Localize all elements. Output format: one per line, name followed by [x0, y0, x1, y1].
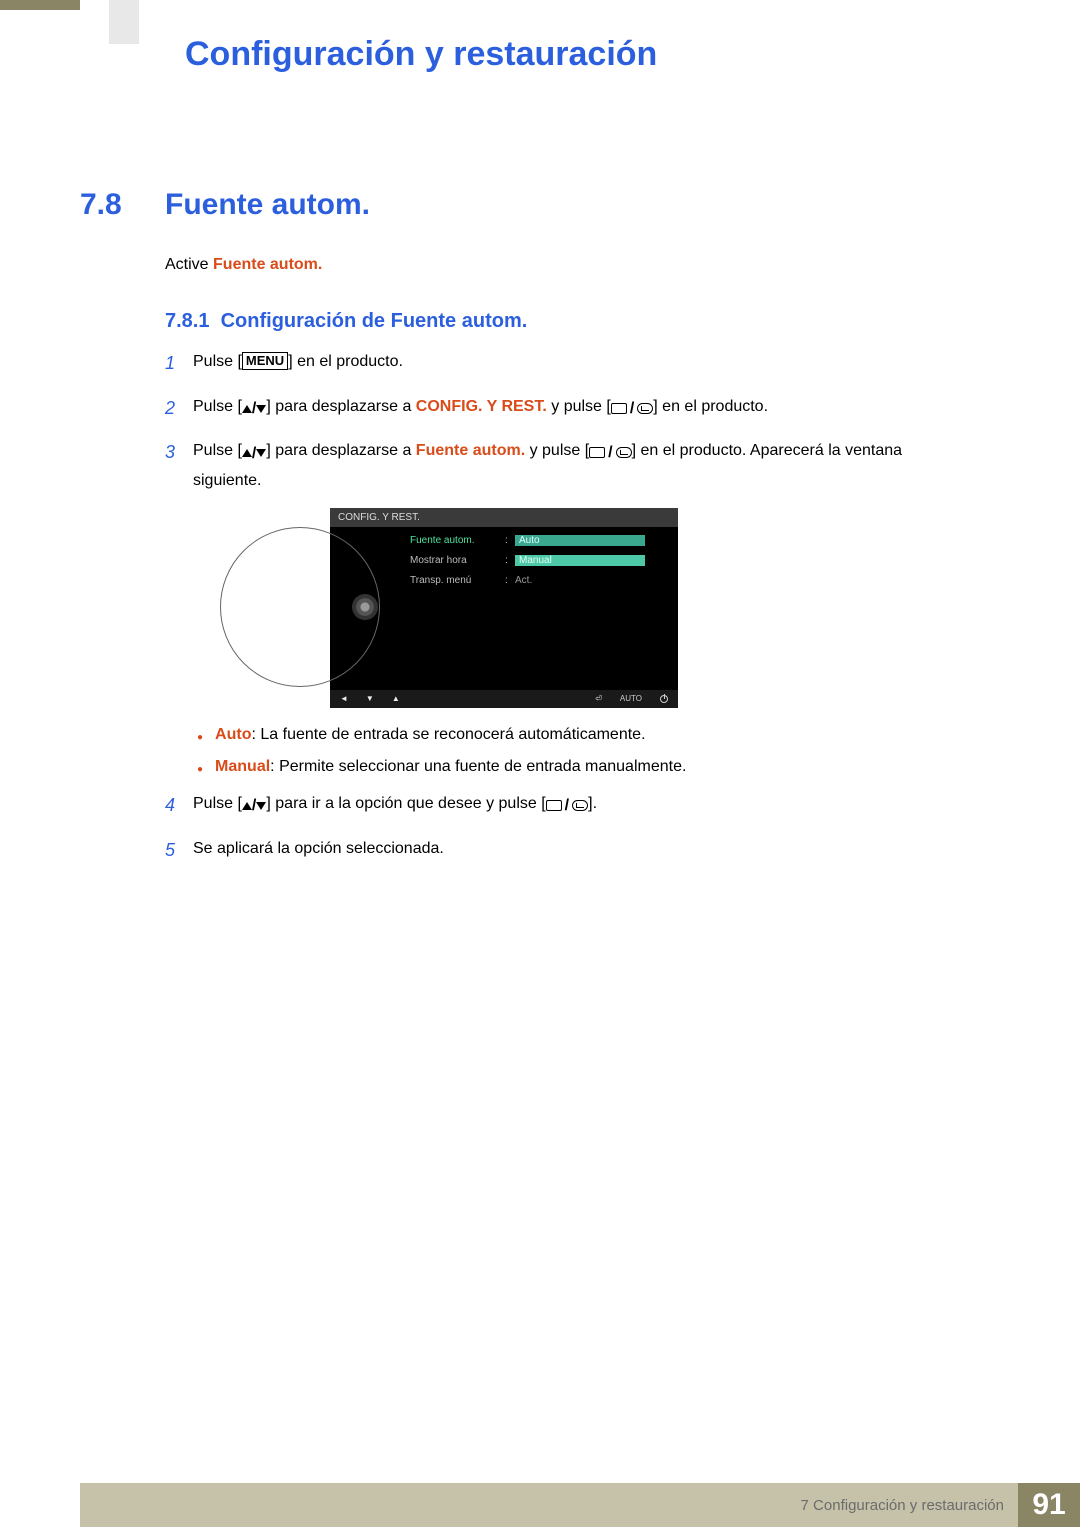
osd-nav-left: ◄ ▼ ▲	[340, 694, 400, 703]
osd-label: Mostrar hora	[410, 555, 505, 566]
left-arrow-icon: ◄	[340, 694, 348, 703]
bullet-icon: ●	[197, 732, 203, 744]
bullet-text: Manual: Permite seleccionar una fuente d…	[215, 758, 686, 776]
subsection-number: 7.8.1	[165, 310, 209, 332]
text: ] para ir a la opción que desee y pulse …	[266, 795, 545, 812]
source-enter-icon: /	[589, 439, 631, 466]
bullet-list: ● Auto: La fuente de entrada se reconoce…	[197, 726, 965, 776]
colon: :	[505, 575, 515, 586]
step-body: Pulse [/] para desplazarse a CONFIG. Y R…	[193, 393, 965, 423]
tab-marker	[109, 0, 139, 44]
subsection-title-text: Configuración de Fuente autom.	[221, 310, 528, 332]
power-icon	[660, 695, 668, 703]
section-title: Fuente autom.	[165, 188, 370, 222]
up-down-arrow-icon: /	[242, 395, 266, 422]
up-down-arrow-icon: /	[242, 792, 266, 819]
step-num: 4	[165, 790, 193, 821]
active-feature: Fuente autom.	[213, 256, 322, 273]
auto-button-label: AUTO	[620, 694, 642, 703]
source-enter-icon: /	[546, 792, 588, 819]
step-num: 2	[165, 393, 193, 424]
step-body: Se aplicará la opción seleccionada.	[193, 835, 965, 862]
osd-row-option: Mostrar hora : Manual	[410, 553, 668, 569]
bullet-icon: ●	[197, 764, 203, 776]
text: ].	[588, 795, 597, 812]
text: ] en el producto.	[288, 353, 403, 370]
step-4: 4 Pulse [/] para ir a la opción que dese…	[165, 790, 965, 821]
chapter-title: Configuración y restauración	[185, 35, 657, 74]
bullet-manual: ● Manual: Permite seleccionar una fuente…	[197, 758, 965, 776]
osd-label: Fuente autom.	[410, 535, 505, 546]
step-num: 1	[165, 348, 193, 379]
bullet-label: Auto	[215, 726, 251, 743]
osd-row-fuente: Fuente autom. : Auto	[410, 533, 668, 549]
text: ] en el producto.	[653, 398, 768, 415]
osd-header: CONFIG. Y REST.	[330, 508, 678, 527]
source-enter-icon: /	[611, 395, 653, 422]
footer-bar: 7 Configuración y restauración	[80, 1483, 1018, 1527]
subsection-title: 7.8.1 Configuración de Fuente autom.	[165, 310, 527, 333]
step-body: Pulse [/] para desplazarse a Fuente auto…	[193, 437, 965, 494]
bullet-text: Auto: La fuente de entrada se reconocerá…	[215, 726, 645, 744]
osd-label: Transp. menú	[410, 575, 505, 586]
enter-icon: ⏎	[595, 694, 602, 703]
osd-menu: Fuente autom. : Auto Mostrar hora : Manu…	[400, 527, 678, 687]
target-text: CONFIG. Y REST.	[416, 398, 547, 415]
menu-button-icon: MENU	[242, 352, 288, 370]
osd-nav-bar: ◄ ▼ ▲ ⏎ AUTO	[330, 690, 678, 708]
page-number: 91	[1018, 1483, 1080, 1527]
step-num: 3	[165, 437, 193, 468]
text: Pulse [	[193, 398, 242, 415]
text: y pulse [	[525, 442, 589, 459]
footer: 7 Configuración y restauración 91	[0, 1483, 1080, 1527]
osd-body: Fuente autom. : Auto Mostrar hora : Manu…	[330, 527, 678, 687]
text: Pulse [	[193, 353, 242, 370]
active-prefix: Active	[165, 256, 213, 273]
osd-nav-right: ⏎ AUTO	[595, 694, 668, 703]
step-body: Pulse [/] para ir a la opción que desee …	[193, 790, 965, 820]
top-stripe	[0, 0, 80, 10]
step-1: 1 Pulse [MENU] en el producto.	[165, 348, 965, 379]
step-2: 2 Pulse [/] para desplazarse a CONFIG. Y…	[165, 393, 965, 424]
osd-option-selected: Auto	[515, 535, 645, 546]
section-number: 7.8	[80, 188, 122, 222]
text: : La fuente de entrada se reconocerá aut…	[251, 726, 645, 743]
text: ] para desplazarse a	[266, 398, 415, 415]
osd-value: Act.	[515, 575, 532, 586]
text: y pulse [	[547, 398, 611, 415]
bullet-auto: ● Auto: La fuente de entrada se reconoce…	[197, 726, 965, 744]
text: Pulse [	[193, 795, 242, 812]
target-text: Fuente autom.	[416, 442, 525, 459]
down-arrow-icon: ▼	[366, 694, 374, 703]
osd-left-panel	[330, 527, 400, 687]
up-down-arrow-icon: /	[242, 440, 266, 467]
steps-list: 1 Pulse [MENU] en el producto. 2 Pulse […	[165, 348, 965, 879]
text: : Permite seleccionar una fuente de entr…	[270, 758, 686, 775]
step-num: 5	[165, 835, 193, 866]
text: ] para desplazarse a	[266, 442, 415, 459]
osd-row-transp: Transp. menú : Act.	[410, 573, 668, 589]
gear-icon	[356, 598, 374, 616]
osd-screenshot: CONFIG. Y REST. Fuente autom. : Auto Mos…	[330, 508, 678, 708]
up-arrow-icon: ▲	[392, 694, 400, 703]
step-3: 3 Pulse [/] para desplazarse a Fuente au…	[165, 437, 965, 494]
colon: :	[505, 535, 515, 546]
colon: :	[505, 555, 515, 566]
osd-option: Manual	[515, 555, 645, 566]
step-body: Pulse [MENU] en el producto.	[193, 348, 965, 375]
step-5: 5 Se aplicará la opción seleccionada.	[165, 835, 965, 866]
bullet-label: Manual	[215, 758, 270, 775]
footer-chapter-ref: 7 Configuración y restauración	[801, 1497, 1004, 1514]
active-feature-line: Active Fuente autom.	[165, 256, 322, 274]
text: Pulse [	[193, 442, 242, 459]
